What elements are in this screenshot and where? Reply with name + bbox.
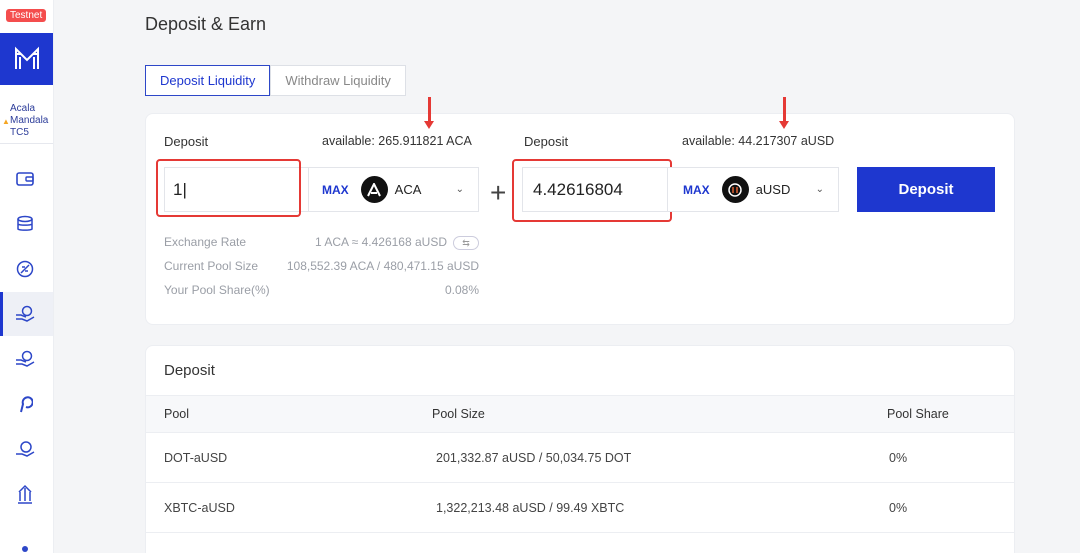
row-1-size: 201,332.87 aUSD / 50,034.75 DOT [436,451,632,465]
loan-icon[interactable] [14,258,36,280]
left-deposit-label: Deposit [164,134,209,149]
pool-share-row: Your Pool Share(%) 0.08% [164,283,479,297]
network-line-3: TC5 [10,127,29,138]
staking-icon[interactable] [14,438,36,460]
deposit-button[interactable]: Deposit [857,167,995,212]
pool-share-value: 0.08% [444,283,479,297]
tab-withdraw-liquidity[interactable]: Withdraw Liquidity [270,65,406,96]
nav-active-indicator [0,292,3,336]
right-max-button[interactable]: MAX [683,183,710,197]
row-1-pool: DOT-aUSD [164,451,228,465]
right-token-name: aUSD [755,182,791,197]
pool-size-value: 108,552.39 ACA / 480,471.15 aUSD [286,259,479,273]
network-line-2: Mandala [10,115,49,126]
left-highlight-box [156,159,301,217]
right-deposit-label: Deposit [524,134,569,149]
exchange-rate-label: Exchange Rate [164,235,247,249]
left-token-name: ACA [394,182,422,197]
plus-icon: + [490,177,507,208]
network-name[interactable]: Acala Mandala TC5 [10,103,48,139]
governance-icon[interactable] [14,483,36,505]
swap-hand-icon[interactable] [14,303,36,325]
right-available-balance: available: 44.217307 aUSD [682,134,835,148]
testnet-badge: Testnet [6,9,47,22]
pool-size-label: Current Pool Size [164,259,259,273]
database-icon[interactable] [14,213,36,235]
row-divider [146,532,1014,533]
left-max-button[interactable]: MAX [322,183,349,197]
chevron-down-icon: ⌄ [455,184,464,195]
sidebar-divider [0,143,53,144]
tab-deposit-liquidity[interactable]: Deposit Liquidity [145,65,271,96]
wallet-icon[interactable] [14,168,36,190]
network-status-icon: ▲ [2,117,10,126]
aca-token-icon [360,176,388,203]
page-title: Deposit & Earn [145,14,267,34]
annotation-arrow-right [779,97,789,129]
pool-share-label: Your Pool Share(%) [164,283,270,297]
sidebar: Testnet Acala Mandala TC5 ▲ [0,0,54,553]
chevron-down-icon: ⌄ [815,184,824,195]
col-header-pool-size: Pool Size [432,407,485,421]
right-highlight-box [512,159,672,222]
network-line-1: Acala [10,103,36,114]
table-header [146,395,1014,433]
row-2-size: 1,322,213.48 aUSD / 99.49 XBTC [436,501,625,515]
exchange-rate-row: Exchange Rate 1 ACA ≈ 4.426168 aUSD ⇆ [164,235,479,250]
exchange-rate-value: 1 ACA ≈ 4.426168 aUSD [314,235,447,249]
more-icon[interactable] [14,538,36,553]
annotation-arrow-left [424,97,434,129]
row-2-share: 0% [889,501,908,515]
row-divider [146,482,1014,483]
col-header-pool-share: Pool Share [887,407,949,421]
swap-direction-icon[interactable]: ⇆ [453,235,479,250]
pool-size-row: Current Pool Size 108,552.39 ACA / 480,4… [164,259,479,273]
left-token-selector[interactable]: MAX ACA ⌄ [309,167,479,212]
pools-table-card [145,345,1015,553]
earn-hand-icon[interactable] [14,348,36,370]
col-header-pool: Pool [164,407,190,421]
right-token-selector[interactable]: MAX aUSD ⌄ [668,167,839,212]
polkadot-icon[interactable] [14,393,36,415]
app-logo[interactable] [0,33,53,85]
left-available-balance: available: 265.911821 ACA [322,134,472,148]
table-title: Deposit [164,362,215,379]
row-1-share: 0% [889,451,908,465]
ausd-token-icon [721,176,749,203]
tab-bar: Deposit Liquidity Withdraw Liquidity [145,65,406,96]
m-logo-icon [14,46,39,69]
row-2-pool: XBTC-aUSD [164,501,235,515]
